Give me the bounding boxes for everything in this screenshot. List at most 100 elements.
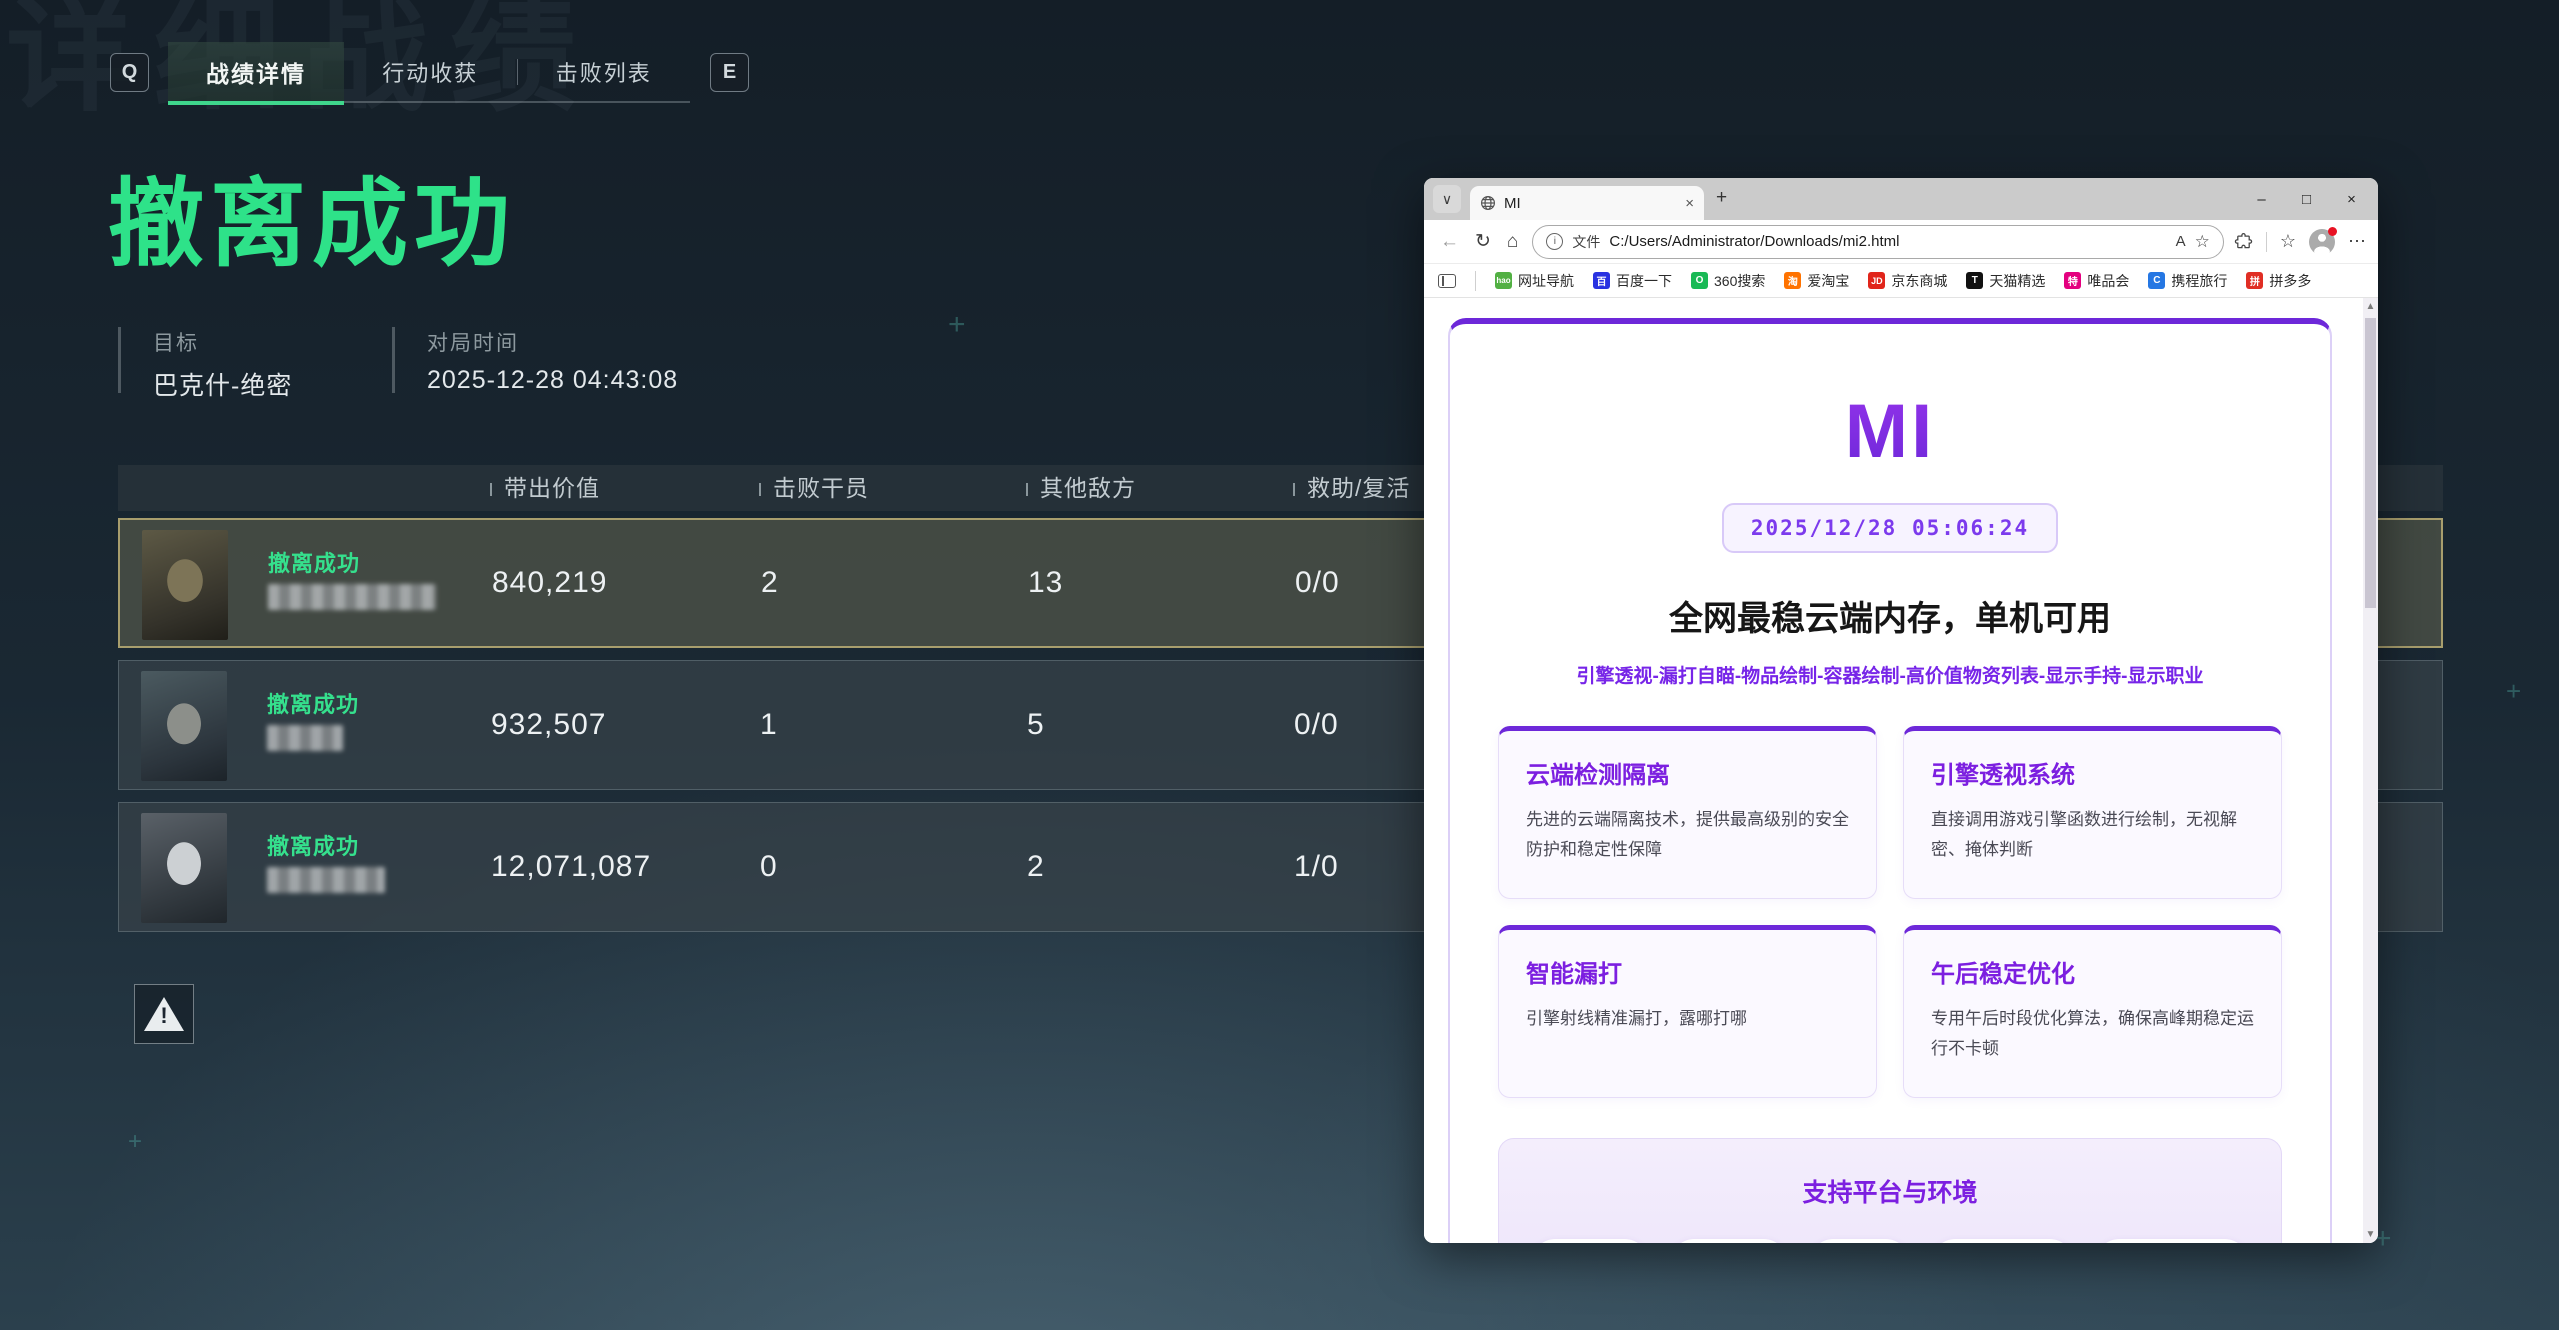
feature-card-engine-esp: 引擎透视系统 直接调用游戏引擎函数进行绘制，无视解密、掩体判断 [1903, 726, 2282, 899]
header-carried-value: 带出价值 [490, 465, 600, 511]
tab-actions-menu-icon[interactable]: ∨ [1433, 185, 1461, 213]
platform-pill-cloud-pc: 云电脑 [1809, 1239, 1910, 1243]
header-operators-defeated: 击败干员 [759, 465, 869, 511]
hao123-favicon: hao [1495, 272, 1512, 289]
scroll-up-icon[interactable]: ▲ [2363, 301, 2378, 312]
cell-other-enemies: 5 [1027, 708, 1045, 742]
player-name-redacted [268, 584, 436, 610]
platform-pills: 网吧环境 家庭网络 云电脑 STEAM国服 Wegame国服 [1525, 1239, 2255, 1243]
read-aloud-icon[interactable]: A [2176, 233, 2186, 250]
bookmark-hao123[interactable]: hao网址导航 [1495, 271, 1574, 291]
file-scheme-label: 文件 [1572, 232, 1600, 252]
cell-other-enemies: 13 [1028, 566, 1063, 600]
refresh-icon[interactable]: ↻ [1475, 230, 1491, 253]
ctrip-favicon: C [2148, 272, 2165, 289]
bookmark-jd[interactable]: JD京东商城 [1868, 271, 1947, 291]
bookmark-360search[interactable]: O360搜索 [1691, 271, 1765, 291]
bookmark-vip[interactable]: 特唯品会 [2064, 271, 2129, 291]
tab-strip: 行动收获 击败列表 [344, 42, 690, 103]
bookmark-tmall[interactable]: T天猫精选 [1966, 271, 2045, 291]
page-headline: 全网最稳云端内存，单机可用 [1498, 591, 2282, 640]
tab-title: MI [1504, 195, 1685, 212]
player-name-redacted [267, 725, 343, 751]
window-maximize-button[interactable]: □ [2284, 191, 2329, 208]
hud-cross-decoration: + [948, 308, 966, 342]
address-bar[interactable]: i 文件 C:/Users/Administrator/Downloads/mi… [1532, 225, 2223, 259]
favorites-list-icon[interactable]: ☆ [2280, 231, 2296, 252]
tab-close-icon[interactable]: × [1685, 195, 1694, 212]
platforms-panel: 支持平台与环境 网吧环境 家庭网络 云电脑 STEAM国服 Wegame国服 [1498, 1138, 2282, 1243]
match-time-value: 2025-12-28 04:43:08 [427, 366, 678, 395]
feature-desc: 直接调用游戏引擎函数进行绘制，无视解密、掩体判断 [1931, 805, 2254, 865]
screen: 详细战绩 + + + + Q 战绩详情 行动收获 击败列表 E 撤离成功 目标 … [0, 0, 2559, 1330]
platform-pill-steam-cn: STEAM国服 [1931, 1239, 2075, 1243]
page-scrollbar[interactable]: ▲ ▼ [2363, 298, 2378, 1243]
feature-desc: 引擎射线精准漏打，露哪打哪 [1526, 1004, 1849, 1034]
browser-titlebar: ∨ MI × + – □ × [1424, 178, 2378, 220]
bookmark-baidu[interactable]: 百百度一下 [1593, 271, 1672, 291]
browser-window: ∨ MI × + – □ × ← ↻ ⌂ [1424, 178, 2378, 1243]
window-close-button[interactable]: × [2329, 191, 2374, 208]
feature-grid: 云端检测隔离 先进的云端隔离技术，提供最高级别的安全防护和稳定性保障 引擎透视系… [1498, 726, 2282, 1098]
tab-battle-details[interactable]: 战绩详情 [168, 42, 344, 105]
profile-avatar[interactable] [2309, 229, 2335, 255]
player-status: 撤离成功 [267, 829, 359, 861]
page-info-icon[interactable]: i [1546, 233, 1563, 250]
player-avatar [142, 530, 228, 640]
more-menu-icon[interactable]: ⋯ [2348, 231, 2366, 252]
window-minimize-button[interactable]: – [2239, 191, 2284, 208]
bookmark-taobao[interactable]: 淘爱淘宝 [1784, 271, 1849, 291]
bookmark-ctrip[interactable]: C携程旅行 [2148, 271, 2227, 291]
feature-line: 引擎透视-漏打自瞄-物品绘制-容器绘制-高价值物资列表-显示手持-显示职业 [1498, 661, 2282, 688]
warning-icon [144, 997, 184, 1031]
pdd-favicon: 拼 [2246, 272, 2263, 289]
back-icon[interactable]: ← [1440, 231, 1459, 253]
feature-title: 智能漏打 [1526, 954, 1849, 989]
cell-rescue-revive: 0/0 [1294, 708, 1339, 742]
info-match-time: 对局时间 2025-12-28 04:43:08 [392, 327, 678, 393]
bookmarks-bar: hao网址导航 百百度一下 O360搜索 淘爱淘宝 JD京东商城 T天猫精选 特… [1424, 264, 2378, 298]
360-favicon: O [1691, 272, 1708, 289]
new-tab-button[interactable]: + [1716, 187, 1727, 209]
feature-card-cloud-isolation: 云端检测隔离 先进的云端隔离技术，提供最高级别的安全防护和稳定性保障 [1498, 726, 1877, 899]
taobao-favicon: 淘 [1784, 272, 1801, 289]
player-status: 撤离成功 [268, 546, 360, 578]
header-rescue-revive: 救助/复活 [1293, 465, 1410, 511]
address-url[interactable]: C:/Users/Administrator/Downloads/mi2.htm… [1609, 233, 2166, 250]
bookmark-pdd[interactable]: 拼拼多多 [2246, 271, 2311, 291]
hotkey-badge-e: E [710, 53, 749, 92]
cell-other-enemies: 2 [1027, 850, 1045, 884]
bookmarks-panel-icon[interactable] [1438, 274, 1456, 288]
feature-title: 引擎透视系统 [1931, 755, 2254, 790]
favorite-star-icon[interactable]: ☆ [2195, 232, 2210, 252]
match-time-label: 对局时间 [427, 327, 678, 357]
feature-card-smart-shoot: 智能漏打 引擎射线精准漏打，露哪打哪 [1498, 925, 1877, 1098]
feature-title: 午后稳定优化 [1931, 954, 2254, 989]
scroll-down-icon[interactable]: ▼ [2363, 1229, 2378, 1240]
warning-button[interactable] [134, 984, 194, 1044]
player-avatar [141, 671, 227, 781]
feature-desc: 先进的云端隔离技术，提供最高级别的安全防护和稳定性保障 [1526, 805, 1849, 865]
baidu-favicon: 百 [1593, 272, 1610, 289]
browser-tab[interactable]: MI × [1470, 186, 1704, 220]
tab-defeat-list[interactable]: 击败列表 [518, 56, 691, 88]
timestamp-badge: 2025/12/28 05:06:24 [1722, 503, 2058, 553]
header-other-enemies: 其他敌方 [1026, 465, 1136, 511]
jd-favicon: JD [1868, 272, 1885, 289]
scrollbar-thumb[interactable] [2365, 318, 2376, 608]
cell-operators-defeated: 0 [760, 850, 778, 884]
extensions-puzzle-icon[interactable] [2234, 232, 2253, 251]
tmall-favicon: T [1966, 272, 1983, 289]
feature-card-afternoon-optimization: 午后稳定优化 专用午后时段优化算法，确保高峰期稳定运行不卡顿 [1903, 925, 2282, 1098]
hotkey-badge-q: Q [110, 53, 149, 92]
cell-operators-defeated: 1 [760, 708, 778, 742]
vip-favicon: 特 [2064, 272, 2081, 289]
tab-action-gains[interactable]: 行动收获 [344, 56, 517, 88]
cell-rescue-revive: 0/0 [1295, 566, 1340, 600]
hud-cross-decoration: + [128, 1128, 142, 1156]
platform-pill-home-network: 家庭网络 [1670, 1239, 1788, 1243]
platform-pill-netcafe: 网吧环境 [1531, 1239, 1649, 1243]
objective-value: 巴克什-绝密 [153, 366, 292, 402]
home-icon[interactable]: ⌂ [1507, 231, 1518, 253]
platform-pill-wegame-cn: Wegame国服 [2095, 1239, 2249, 1243]
